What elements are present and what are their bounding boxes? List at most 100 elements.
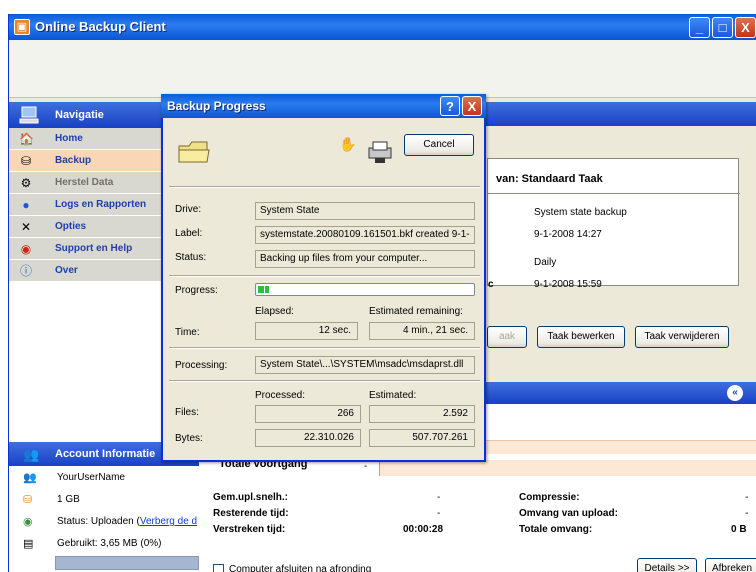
- cancel-button[interactable]: Cancel: [404, 134, 474, 156]
- account-quota: 1 GB: [57, 494, 80, 505]
- account-used-row: ▤ Gebruikt: 3,65 MB (0%): [9, 534, 199, 554]
- total-size-label: Totale omvang:: [519, 524, 593, 535]
- delete-task-button[interactable]: Taak verwijderen: [635, 326, 729, 348]
- avg-speed-value: -: [437, 492, 441, 503]
- task-type: System state backup: [534, 207, 627, 218]
- help-button[interactable]: ?: [440, 96, 460, 116]
- processing-field: System State\...\SYSTEM\msadc\msdaprst.d…: [255, 356, 475, 374]
- bytes-label: Bytes:: [175, 433, 203, 444]
- status-label: Status:: [175, 252, 207, 263]
- dialog-close-button[interactable]: X: [462, 96, 482, 116]
- database-icon: ⛁: [23, 494, 33, 506]
- elapsed-time-label: Verstreken tijd:: [213, 524, 286, 535]
- task-last-run: 9-1-2008 15:59: [534, 279, 602, 290]
- files-estimated-field: 2.592: [369, 405, 475, 423]
- progress-bar: [255, 283, 475, 296]
- files-processed-field: 266: [255, 405, 361, 423]
- progress-label: Progress:: [175, 285, 218, 296]
- sidebar-item-label: Herstel Data: [55, 177, 114, 188]
- status-icon: ◉: [23, 516, 33, 528]
- edit-task-button[interactable]: Taak bewerken: [537, 326, 625, 348]
- task-divider: [488, 193, 740, 194]
- account-username-row: 👥 YourUserName: [9, 468, 199, 488]
- account-quota-row: ⛁ 1 GB: [9, 490, 199, 510]
- hand-icon: ✋: [339, 136, 357, 152]
- compression-label: Compressie:: [519, 492, 580, 503]
- remaining-field: 4 min., 21 sec.: [369, 322, 475, 340]
- account-status: Status: Uploaden (Verberg de d: [57, 516, 197, 527]
- task-label-fragment: c: [488, 279, 494, 290]
- sidebar-item-label: Home: [55, 133, 83, 144]
- remaining-time-value: -: [437, 508, 441, 519]
- details-button[interactable]: Details >>: [637, 558, 697, 572]
- info-icon: ⓘ: [19, 264, 32, 278]
- minimize-button[interactable]: _: [689, 17, 710, 38]
- drive-icon: [368, 141, 392, 163]
- files-label: Files:: [175, 407, 199, 418]
- logs-icon: ●: [22, 198, 30, 212]
- options-icon: ✕: [20, 220, 32, 234]
- task-schedule: Daily: [534, 257, 557, 268]
- elapsed-header: Elapsed:: [255, 306, 294, 317]
- account-status-row: ◉ Status: Uploaden (Verberg de d: [9, 512, 199, 532]
- remaining-header: Estimated remaining:: [369, 306, 463, 317]
- hide-status-link[interactable]: Verberg de d: [140, 516, 197, 527]
- computer-icon: [19, 106, 39, 124]
- account-username: YourUserName: [57, 472, 125, 483]
- elapsed-field: 12 sec.: [255, 322, 358, 340]
- sidebar-item-label: Opties: [55, 221, 87, 232]
- task-button-partial[interactable]: aak: [487, 326, 527, 348]
- dialog-titlebar[interactable]: Backup Progress ? X: [161, 94, 486, 118]
- dialog-separator: [169, 186, 480, 188]
- usage-bar: [55, 556, 199, 570]
- abort-button[interactable]: Afbreken: [705, 558, 756, 572]
- estimated-header: Estimated:: [369, 390, 417, 401]
- processed-header: Processed:: [255, 390, 306, 401]
- total-progress-bar: -: [364, 460, 756, 476]
- sidebar-item-label: Support en Help: [55, 243, 133, 254]
- account-title: Account Informatie: [55, 448, 156, 460]
- backup-icon: ⛁: [20, 154, 32, 168]
- processing-label: Processing:: [175, 360, 228, 371]
- shutdown-label: Computer afsluiten na afronding: [229, 564, 372, 572]
- close-button[interactable]: X: [735, 17, 756, 38]
- help-icon: ◉: [20, 242, 32, 256]
- sidebar-item-label: Over: [55, 265, 78, 276]
- bytes-processed-field: 22.310.026: [255, 429, 361, 447]
- account-used: Gebruikt: 3,65 MB (0%): [57, 538, 162, 549]
- storage-icon: ▤: [23, 538, 34, 550]
- dialog-title: Backup Progress: [167, 99, 266, 113]
- account-status-text: Status: Uploaden (: [57, 516, 140, 527]
- elapsed-time-value: 00:00:28: [403, 524, 444, 535]
- sidebar-item-label: Backup: [55, 155, 92, 166]
- label-label: Label:: [175, 228, 203, 239]
- compression-value: -: [745, 492, 749, 503]
- upload-size-value: -: [745, 508, 749, 519]
- window-title: Online Backup Client: [35, 19, 166, 34]
- users-icon: 👥: [23, 447, 40, 462]
- app-icon: ▣: [14, 19, 30, 35]
- nav-title: Navigatie: [55, 109, 104, 121]
- dialog-separator: [169, 275, 480, 277]
- toolbar-area: [9, 40, 756, 98]
- task-title: van: Standaard Taak: [496, 173, 603, 185]
- time-label: Time:: [175, 327, 200, 338]
- home-icon: 🏠: [19, 132, 34, 146]
- label-field: systemstate.20080109.161501.bkf created …: [255, 226, 475, 244]
- folder-icon: [178, 141, 210, 163]
- main-titlebar[interactable]: ▣ Online Backup Client _ □ X: [9, 14, 756, 40]
- users-icon: 👥: [23, 472, 37, 484]
- upload-size-label: Omvang van upload:: [519, 508, 618, 519]
- remaining-time-label: Resterende tijd:: [213, 508, 289, 519]
- sidebar-item-label: Logs en Rapporten: [55, 199, 147, 210]
- total-size-value: 0 B: [731, 524, 747, 535]
- total-progress-value: -: [364, 461, 368, 472]
- dialog-separator: [169, 380, 480, 382]
- shutdown-checkbox[interactable]: [213, 564, 224, 572]
- restore-icon: ⚙: [20, 176, 32, 190]
- collapse-icon[interactable]: «: [727, 385, 743, 401]
- dialog-separator: [169, 347, 480, 349]
- backup-progress-dialog: Backup Progress ? X ✋ Cancel Drive: Syst…: [161, 94, 486, 462]
- task-info-box: van: Standaard Taak System state backup …: [487, 158, 740, 290]
- maximize-button[interactable]: □: [712, 17, 733, 38]
